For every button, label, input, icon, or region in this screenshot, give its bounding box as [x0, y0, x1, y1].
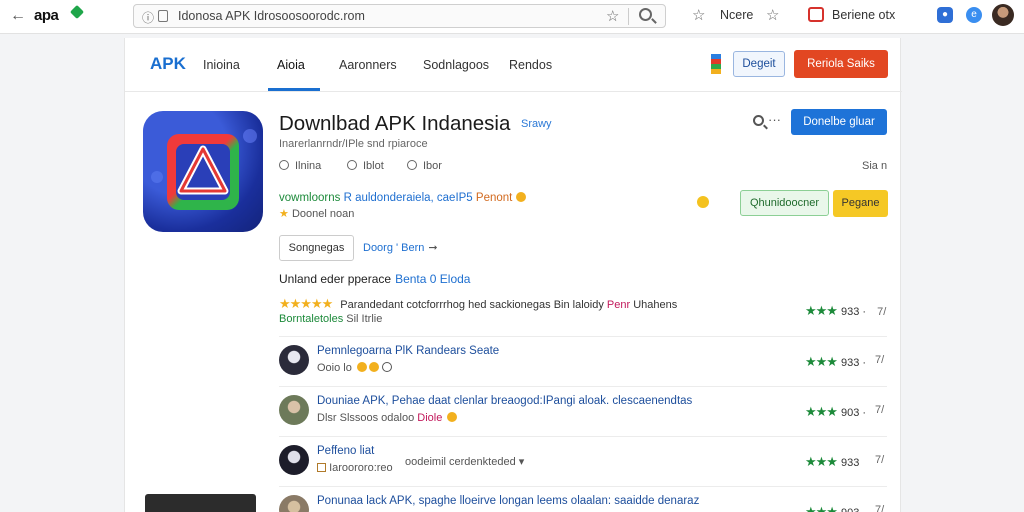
review-row[interactable]: Douniae APK, Pehae daat clenlar breaogod…: [279, 386, 887, 436]
rating-line: ★ Doonel noan: [279, 208, 355, 220]
back-arrow-icon[interactable]: ←: [10, 7, 26, 25]
star-rating-icon: ★★★: [805, 504, 838, 512]
size-icon: [407, 160, 417, 170]
review-score: ★★★ 933 · 7/: [805, 303, 887, 318]
profile-avatar[interactable]: [992, 4, 1014, 26]
nav-item-4[interactable]: Sodnlagoos: [423, 58, 489, 72]
emoji-icon: [697, 196, 709, 208]
search-icon[interactable]: [753, 115, 764, 126]
app-subtitle: Inarerlanrndr/IPle snd rpiaroce: [279, 138, 428, 150]
star-icon[interactable]: ☆: [692, 6, 705, 24]
search-icon[interactable]: [639, 8, 652, 21]
brand-mark-icon: [69, 4, 85, 20]
address-bar[interactable]: ⓘ Idonosa APK Idrosoosoorodc.rom ☆: [133, 4, 666, 28]
comment-icon: [347, 160, 357, 170]
nav-item-active[interactable]: Aioia: [277, 58, 305, 72]
review-score: ★★★ 933 ·: [805, 354, 867, 369]
emoji-icon: [515, 192, 526, 202]
badge-icon: [317, 463, 326, 472]
review-author[interactable]: Peffeno liat: [317, 445, 374, 457]
more-options-icon[interactable]: ···: [768, 112, 781, 127]
review-meta: Dlsr Slssoos odaloo Diole: [317, 412, 458, 424]
info-icon[interactable]: ⓘ: [142, 9, 154, 26]
emoji-icon: [356, 362, 367, 372]
nav-item-3[interactable]: Aaronners: [339, 58, 397, 72]
active-tab-indicator: [268, 88, 320, 91]
app-logo-icon: [143, 111, 263, 232]
extension-blue-icon[interactable]: ●: [937, 7, 953, 23]
arrow-right-icon: ➞: [428, 242, 438, 254]
clock-icon: [381, 362, 392, 372]
review-score: ★★★ 933: [805, 454, 860, 469]
info-icon: [279, 160, 289, 170]
browser-brand: apa: [34, 7, 59, 24]
app-badge[interactable]: Srawy: [521, 118, 552, 130]
review-meta: Ooio lo: [317, 362, 392, 374]
meta-right: Sia n: [862, 160, 888, 172]
review-extra: oodeimil cerdenkteded ▾: [405, 456, 525, 468]
browser-toolbar: ← apa ⓘ Idonosa APK Idrosoosoorodc.rom ☆…: [0, 0, 1024, 34]
download-button[interactable]: Donelbe gluar: [791, 109, 887, 135]
review-author[interactable]: Pemnlegoarna PlK Randears Seate: [317, 345, 499, 357]
review-score: ★★★903: [805, 504, 859, 512]
app-title: Downlbad APK Indanesia: [279, 112, 511, 135]
avatar: [279, 395, 309, 425]
review-summary: ★★★★★ Parandedant cotcforrrhog hed sackio…: [279, 296, 678, 311]
review-score: ★★★ 903 ·: [805, 404, 867, 419]
nav-item-5[interactable]: Rendos: [509, 58, 552, 72]
reviews-heading: Unland eder pperace Benta 0 Eloda: [279, 272, 471, 286]
settings-button[interactable]: Songnegas: [279, 235, 354, 261]
expand-chevron[interactable]: 7/: [875, 354, 884, 366]
bookmark-star-icon[interactable]: ☆: [606, 7, 619, 25]
review-row[interactable]: Ponunaa lack APK, spaghe lloeirve longan…: [279, 486, 887, 512]
extension-icon[interactable]: [808, 7, 824, 22]
more-link[interactable]: Doorg ' Bern ➞: [363, 241, 438, 254]
avatar: [279, 445, 309, 475]
flag-icon[interactable]: [711, 54, 721, 74]
expand-chevron[interactable]: 7/: [875, 504, 884, 512]
chevron-down-icon[interactable]: ▾: [519, 456, 525, 468]
extension-circle-icon[interactable]: e: [966, 7, 982, 23]
meta-item: Ilnina: [279, 160, 321, 172]
star-rating-icon: ★★★: [805, 354, 838, 369]
page-card: APK Inioina Aioia Aaronners Sodnlagoos R…: [124, 38, 902, 512]
divider: [628, 8, 629, 25]
site-nav: APK Inioina Aioia Aaronners Sodnlagoos R…: [125, 38, 902, 92]
expand-chevron[interactable]: 7/: [875, 404, 884, 416]
avatar: [279, 495, 309, 512]
review-row[interactable]: Peffeno liat Iaroororo:reo oodeimil cerd…: [279, 436, 887, 486]
star-rating-icon: ★★★: [805, 404, 838, 419]
star-icon[interactable]: ☆: [766, 6, 779, 24]
download-info: vowmloorns R auldonderaiela, caeIP5 Peno…: [279, 192, 526, 204]
nav-item-home[interactable]: Inioina: [203, 58, 240, 72]
review-row[interactable]: Pemnlegoarna PlK Randears Seate Ooio lo …: [279, 336, 887, 386]
page-icon: [158, 10, 168, 22]
login-button[interactable]: Degeit: [733, 51, 785, 77]
star-rating-icon: ★★★★★: [279, 296, 333, 311]
emoji-icon: [447, 412, 458, 422]
highlight-button[interactable]: Pegane: [833, 190, 888, 217]
bottom-preview-thumbnail[interactable]: [145, 494, 256, 512]
review-author[interactable]: Ponunaa lack APK, spaghe lloeirve longan…: [317, 495, 699, 507]
expand-chevron[interactable]: 7/: [875, 454, 884, 466]
star-icon: ★: [279, 208, 289, 220]
bookmark-label[interactable]: Ncere: [720, 8, 753, 22]
review-author[interactable]: Douniae APK, Pehae daat clenlar breaogod…: [317, 395, 692, 407]
url-text[interactable]: Idonosa APK Idrosoosoorodc.rom: [178, 9, 365, 23]
review-summary-line2: Borntaletoles Sil Itrlie: [279, 313, 383, 325]
star-rating-icon: ★★★: [805, 454, 838, 469]
avatar: [279, 345, 309, 375]
emoji-icon: [368, 362, 379, 372]
star-rating-icon: ★★★: [805, 303, 838, 318]
site-logo[interactable]: APK: [150, 54, 186, 74]
meta-item: Iblot: [347, 160, 384, 172]
review-meta: Iaroororo:reo: [317, 462, 393, 474]
secondary-button[interactable]: Qhunidoocner: [740, 190, 829, 216]
cta-button[interactable]: Reriola Saiks: [794, 50, 888, 78]
meta-item: Ibor: [407, 160, 442, 172]
extension-label[interactable]: Beriene otx: [832, 8, 895, 22]
